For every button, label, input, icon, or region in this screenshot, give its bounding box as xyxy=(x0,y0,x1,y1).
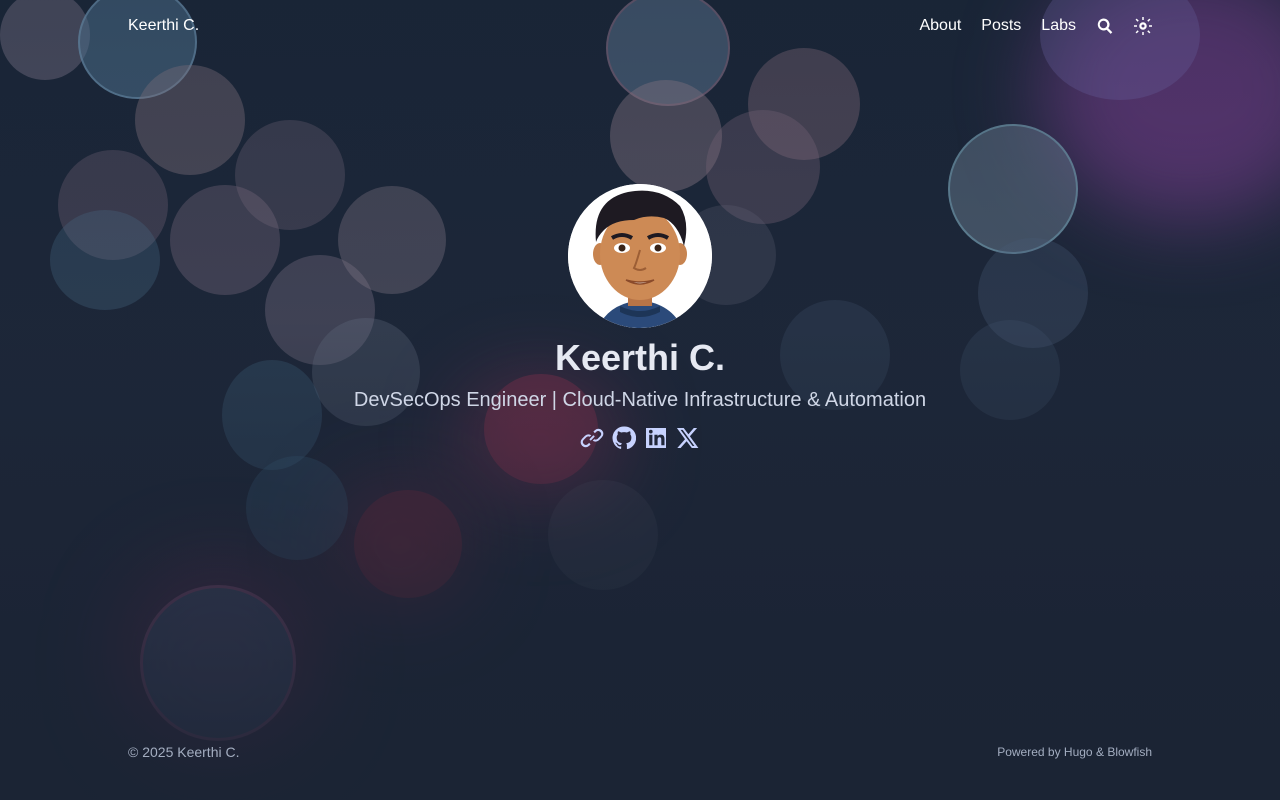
copyright-text: © 2025 Keerthi C. xyxy=(128,744,240,760)
sun-icon[interactable] xyxy=(1134,17,1152,35)
github-icon[interactable] xyxy=(612,426,636,450)
powered-by-text: Powered by Hugo & Blowfish xyxy=(997,745,1152,759)
main-nav: About Posts Labs xyxy=(919,17,1152,35)
hero-name: Keerthi C. xyxy=(554,337,726,378)
hugo-link[interactable]: Hugo xyxy=(1064,745,1093,759)
linkedin-icon[interactable] xyxy=(644,426,668,450)
x-twitter-icon[interactable] xyxy=(676,426,700,450)
nav-link-labs[interactable]: Labs xyxy=(1041,17,1076,35)
nav-link-about[interactable]: About xyxy=(919,17,961,35)
powered-by-prefix: Powered by xyxy=(997,745,1061,759)
avatar xyxy=(568,184,712,328)
link-icon[interactable] xyxy=(580,426,604,450)
page: Keerthi C. About Posts Labs Keerthi C. D… xyxy=(0,0,1280,800)
site-title-link[interactable]: Keerthi C. xyxy=(128,17,199,35)
search-icon[interactable] xyxy=(1096,17,1114,35)
hero-tagline: DevSecOps Engineer | Cloud-Native Infras… xyxy=(353,389,927,411)
powered-by-amp: & xyxy=(1095,745,1104,759)
site-header: Keerthi C. About Posts Labs xyxy=(128,0,1152,52)
hero-section: Keerthi C. DevSecOps Engineer | Cloud-Na… xyxy=(0,184,1280,450)
site-footer: © 2025 Keerthi C. Powered by Hugo & Blow… xyxy=(128,744,1152,760)
nav-link-posts[interactable]: Posts xyxy=(981,17,1021,35)
social-links xyxy=(580,426,700,450)
blowfish-link[interactable]: Blowfish xyxy=(1107,745,1152,759)
